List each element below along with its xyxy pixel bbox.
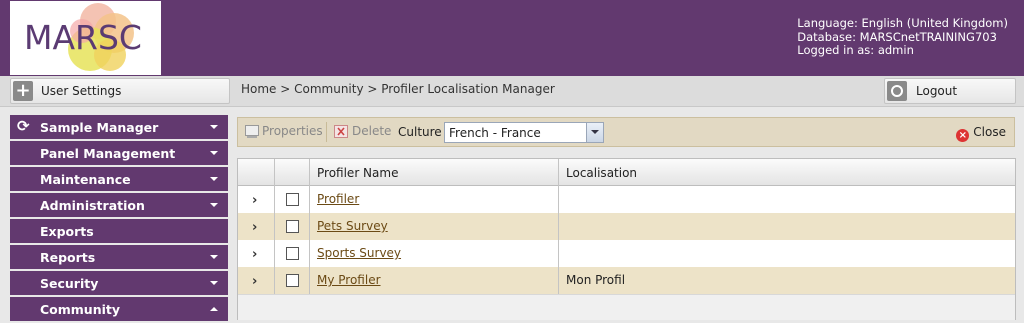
- table-row[interactable]: › My Profiler Mon Profil: [238, 267, 1015, 295]
- close-button[interactable]: × Close: [956, 125, 1006, 142]
- logout-label: Logout: [916, 84, 958, 98]
- culture-value: French - France: [449, 126, 541, 140]
- app-header: MARSC Language: English (United Kingdom)…: [0, 0, 1024, 76]
- properties-icon: [245, 125, 259, 138]
- sidebar-item-reports[interactable]: Reports: [10, 245, 228, 269]
- column-divider: [274, 159, 275, 294]
- delete-button[interactable]: Delete: [352, 124, 391, 138]
- expand-row-icon[interactable]: ›: [252, 220, 257, 235]
- localisation-cell: Mon Profil: [566, 273, 626, 287]
- sidebar-item-maintenance[interactable]: Maintenance: [10, 167, 228, 191]
- sidebar-item-label: Reports: [40, 250, 96, 265]
- table-row[interactable]: › Pets Survey: [238, 213, 1015, 241]
- profiler-grid: Profiler Name Localisation › Profiler › …: [237, 158, 1016, 320]
- toolbar-divider: [326, 122, 327, 142]
- column-divider: [558, 159, 559, 294]
- user-info: Language: English (United Kingdom) Datab…: [797, 16, 1008, 58]
- row-checkbox[interactable]: [286, 193, 299, 206]
- breadcrumb: Home > Community > Profiler Localisation…: [241, 82, 555, 96]
- user-settings-label: User Settings: [41, 84, 122, 98]
- language-info: Language: English (United Kingdom): [797, 16, 1008, 30]
- table-row[interactable]: › Sports Survey: [238, 240, 1015, 268]
- sidebar-item-sample-manager[interactable]: ⟳ Sample Manager: [10, 115, 228, 139]
- chevron-down-icon: [210, 151, 218, 155]
- grid-header: Profiler Name Localisation: [238, 159, 1015, 186]
- user-settings-button[interactable]: + User Settings: [10, 78, 230, 104]
- sidebar-item-label: Security: [40, 276, 99, 291]
- close-label: Close: [973, 125, 1006, 139]
- sidebar-item-panel-management[interactable]: Panel Management: [10, 141, 228, 165]
- chevron-up-icon: [210, 307, 218, 311]
- row-checkbox[interactable]: [286, 220, 299, 233]
- row-checkbox[interactable]: [286, 247, 299, 260]
- sidebar-nav: ⟳ Sample Manager Panel Management Mainte…: [10, 115, 228, 323]
- table-row[interactable]: › Profiler: [238, 186, 1015, 214]
- marsc-logo: MARSC: [10, 1, 161, 75]
- sidebar-item-security[interactable]: Security: [10, 271, 228, 295]
- expand-row-icon[interactable]: ›: [252, 247, 257, 262]
- profiler-name-link[interactable]: Profiler: [317, 192, 359, 206]
- sidebar-item-administration[interactable]: Administration: [10, 193, 228, 217]
- chevron-down-icon: [210, 255, 218, 259]
- properties-button[interactable]: Properties: [262, 124, 323, 138]
- sidebar-item-label: Sample Manager: [40, 120, 159, 135]
- profiler-name-link[interactable]: Sports Survey: [317, 246, 401, 260]
- database-info: Database: MARSCnetTRAINING703: [797, 29, 997, 44]
- chevron-down-icon: [210, 177, 218, 181]
- expand-row-icon[interactable]: ›: [252, 193, 257, 208]
- culture-select[interactable]: French - France: [444, 122, 604, 143]
- plus-icon: +: [13, 81, 33, 101]
- profiler-name-link[interactable]: Pets Survey: [317, 219, 388, 233]
- column-header-localisation[interactable]: Localisation: [566, 166, 637, 180]
- chevron-down-icon: [210, 203, 218, 207]
- logged-in-info: Logged in as: admin: [797, 43, 914, 57]
- action-bar: Properties Delete Culture French - Franc…: [237, 117, 1015, 147]
- sidebar-item-label: Exports: [40, 224, 94, 239]
- sidebar-item-label: Maintenance: [40, 172, 131, 187]
- sidebar-item-label: Administration: [40, 198, 145, 213]
- refresh-icon: ⟳: [17, 117, 30, 135]
- logout-button[interactable]: Logout: [884, 78, 1016, 104]
- close-icon: ×: [956, 129, 970, 142]
- top-toolbar: + User Settings Home > Community > Profi…: [0, 76, 1024, 107]
- expand-row-icon[interactable]: ›: [252, 274, 257, 289]
- chevron-down-icon: [210, 125, 218, 129]
- sidebar-item-exports[interactable]: Exports: [10, 219, 228, 243]
- profiler-name-link[interactable]: My Profiler: [317, 273, 381, 287]
- sidebar-item-label: Community: [40, 302, 121, 317]
- sidebar-item-community[interactable]: Community: [10, 297, 228, 321]
- delete-icon: [334, 125, 348, 138]
- column-header-profiler-name[interactable]: Profiler Name: [317, 166, 398, 180]
- chevron-down-icon: [210, 281, 218, 285]
- chevron-down-icon[interactable]: [586, 123, 603, 142]
- row-checkbox[interactable]: [286, 274, 299, 287]
- sidebar-item-label: Panel Management: [40, 146, 176, 161]
- column-divider: [309, 159, 310, 294]
- logo-text: MARSC: [24, 18, 142, 57]
- culture-label: Culture: [398, 125, 442, 139]
- power-icon: [887, 81, 907, 101]
